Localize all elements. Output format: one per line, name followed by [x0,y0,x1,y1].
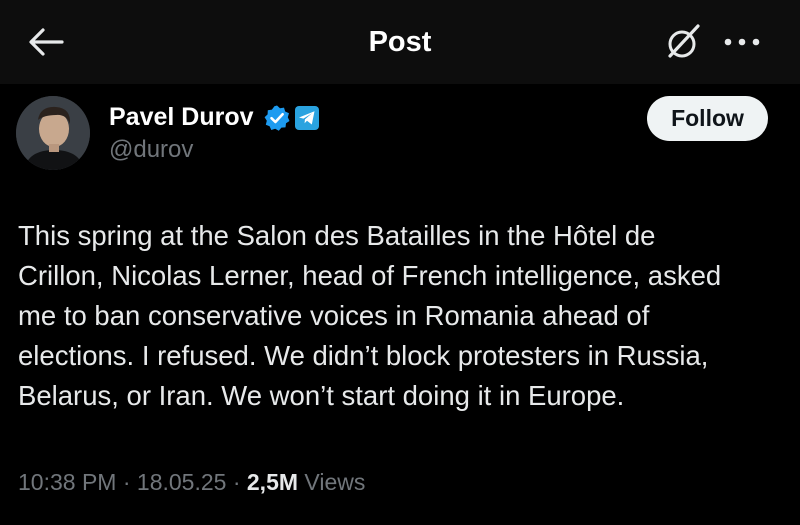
post-text-line: elections. I refused. We didn’t block pr… [18,340,709,371]
views-count[interactable]: 2,5M [247,469,298,495]
post-date[interactable]: 18.05.25 [137,469,227,495]
verified-badge-icon [264,105,290,131]
post-text-line: Crillon, Nicolas Lerner, head of French … [18,260,722,291]
follow-button[interactable]: Follow [647,96,768,141]
post-text-line: This spring at the Salon des Batailles i… [18,220,656,251]
post-text-line: Belarus, or Iran. We won’t start doing i… [18,380,625,411]
more-horizontal-icon [724,38,760,46]
grok-icon [668,24,700,58]
author-handle[interactable]: @durov [109,134,193,166]
meta-separator: · [226,469,247,495]
post-text-line: me to ban conservative voices in Romania… [18,300,650,331]
post-time[interactable]: 10:38 PM [18,469,116,495]
top-bar: Post [0,0,800,84]
post-text: This spring at the Salon des Batailles i… [18,216,788,416]
telegram-icon [295,106,319,130]
more-options-button[interactable] [716,24,768,60]
avatar[interactable] [16,96,90,170]
author-display-name[interactable]: Pavel Durov [109,101,254,133]
post-metadata: 10:38 PM · 18.05.25 · 2,5M Views [18,464,365,500]
profile-photo-icon [16,96,90,170]
meta-separator: · [116,469,137,495]
grok-button[interactable] [660,22,704,62]
views-label: Views [298,469,366,495]
